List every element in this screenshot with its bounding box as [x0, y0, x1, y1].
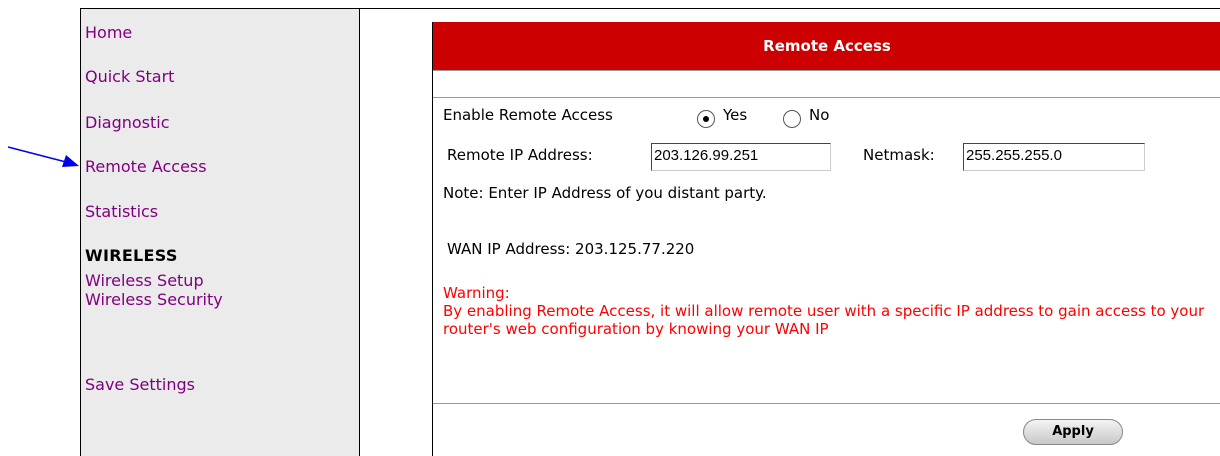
main-top-divider — [360, 8, 1220, 9]
nav-link-wireless-setup[interactable]: Wireless Setup — [85, 271, 204, 290]
remote-ip-label: Remote IP Address: — [447, 146, 593, 164]
warning-title: Warning: — [443, 284, 510, 302]
nav-link-statistics[interactable]: Statistics — [85, 202, 158, 221]
radio-yes-label: Yes — [723, 106, 748, 124]
nav-link-home[interactable]: Home — [85, 23, 132, 42]
warning-block: Warning: By enabling Remote Access, it w… — [443, 284, 1213, 338]
panel-title: Remote Access — [433, 22, 1220, 70]
nav-link-wireless-security[interactable]: Wireless Security — [85, 290, 223, 309]
radio-no[interactable] — [783, 110, 801, 128]
sidebar-nav: Home Quick Start Diagnostic Remote Acces… — [80, 8, 360, 456]
nav-link-quick-start[interactable]: Quick Start — [85, 67, 174, 86]
router-config-page: Home Quick Start Diagnostic Remote Acces… — [0, 0, 1220, 456]
radio-no-label: No — [809, 106, 830, 124]
netmask-label: Netmask: — [863, 146, 935, 164]
radio-selected-dot-icon — [703, 116, 709, 122]
remote-access-panel: Remote Access Enable Remote Access Yes N… — [432, 22, 1220, 456]
netmask-input[interactable]: 255.255.255.0 — [963, 143, 1145, 171]
apply-button[interactable]: Apply — [1023, 419, 1123, 445]
radio-yes[interactable] — [697, 110, 715, 128]
nav-link-remote-access[interactable]: Remote Access — [85, 157, 207, 176]
wan-ip-text: WAN IP Address: 203.125.77.220 — [447, 240, 695, 258]
wireless-section-heading: WIRELESS — [85, 246, 178, 265]
nav-link-diagnostic[interactable]: Diagnostic — [85, 113, 170, 132]
warning-text: By enabling Remote Access, it will allow… — [443, 302, 1205, 338]
enable-remote-access-label: Enable Remote Access — [443, 106, 613, 124]
panel-subheader-bar — [433, 70, 1220, 98]
nav-link-save-settings[interactable]: Save Settings — [85, 375, 195, 394]
ip-note-text: Note: Enter IP Address of you distant pa… — [443, 184, 767, 202]
remote-ip-input[interactable]: 203.126.99.251 — [651, 143, 831, 171]
